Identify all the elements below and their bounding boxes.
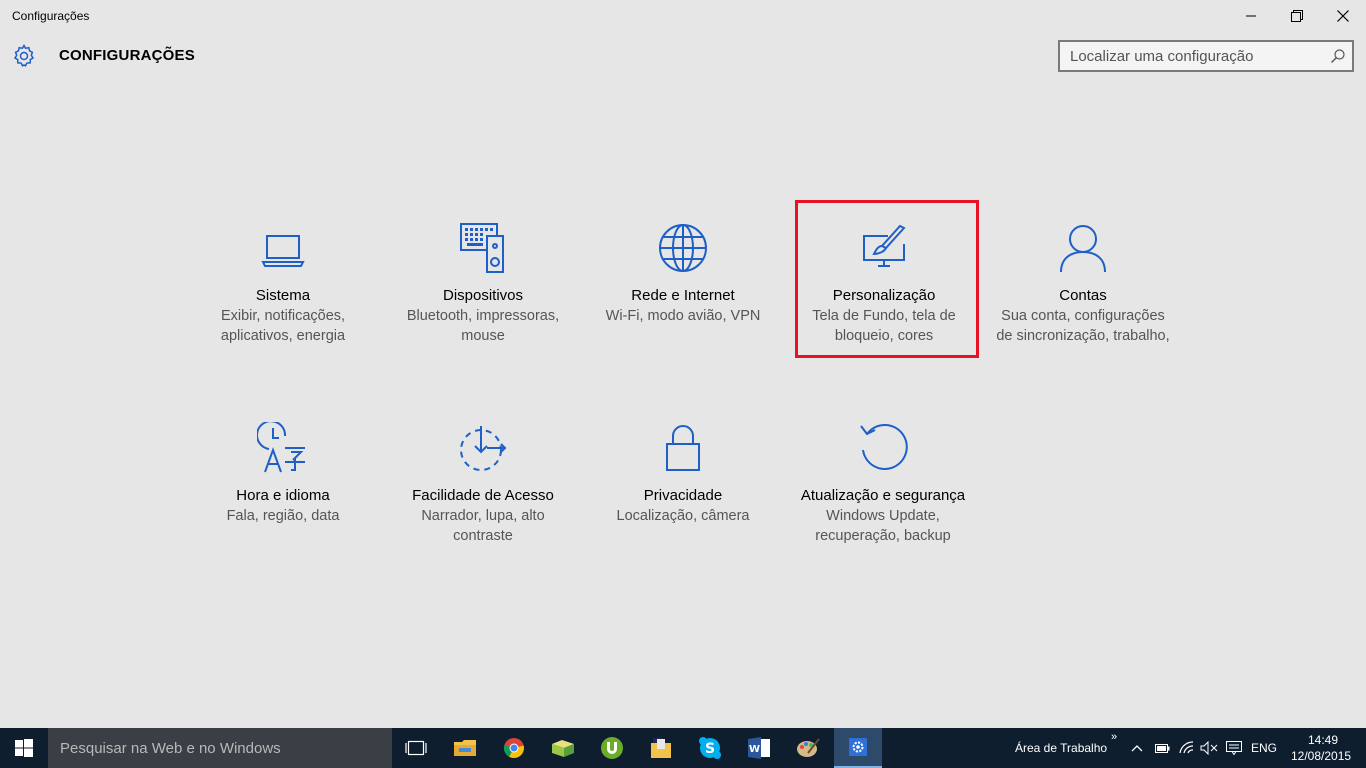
close-icon — [1337, 10, 1349, 22]
windows-logo-icon — [15, 739, 33, 757]
close-button[interactable] — [1320, 0, 1366, 32]
tile-title: Facilidade de Acesso — [412, 487, 554, 504]
taskbar: S W Área de Trabalho » — [0, 728, 1366, 768]
battery-icon — [1155, 744, 1170, 753]
word-icon: W — [748, 737, 770, 759]
taskbar-utorrent[interactable] — [588, 728, 636, 768]
taskbar-skype[interactable]: S — [686, 728, 734, 768]
search-input[interactable] — [1060, 42, 1320, 70]
tile-desc: Narrador, lupa, alto contraste — [421, 508, 545, 544]
tile-sistema[interactable]: Sistema Exibir, notificações, aplicativo… — [193, 222, 373, 346]
skype-icon: S — [699, 737, 721, 759]
utorrent-icon — [601, 737, 623, 759]
input-language[interactable]: ENG — [1251, 741, 1277, 755]
svg-text:W: W — [749, 744, 760, 755]
paint-palette-icon — [797, 738, 820, 757]
tile-title: Atualização e segurança — [800, 487, 966, 504]
devices-icon — [460, 223, 504, 273]
page-title: CONFIGURAÇÕES — [59, 47, 195, 64]
tile-facilidade-acesso[interactable]: Facilidade de Acesso Narrador, lupa, alt… — [393, 422, 573, 546]
taskbar-paint[interactable] — [784, 728, 832, 768]
map-folder-icon — [552, 740, 574, 757]
tile-privacidade[interactable]: Privacidade Localização, câmera — [593, 422, 773, 526]
tile-rede-internet[interactable]: Rede e Internet Wi-Fi, modo avião, VPN — [593, 222, 773, 326]
task-view-button[interactable] — [392, 728, 440, 768]
clock-time[interactable]: 14:49 — [1308, 733, 1338, 747]
taskbar-search[interactable] — [48, 728, 392, 768]
tile-desc: Bluetooth, impressoras, mouse — [406, 308, 560, 344]
svg-text:S: S — [705, 741, 715, 757]
folder-icon — [454, 740, 476, 756]
taskbar-file-explorer[interactable] — [441, 728, 489, 768]
wifi-icon — [1179, 741, 1194, 754]
tile-desc: Windows Update, recuperação, backup — [815, 508, 951, 544]
tile-dispositivos[interactable]: Dispositivos Bluetooth, impressoras, mou… — [393, 222, 573, 346]
search-icon[interactable] — [1330, 48, 1346, 64]
folder-document-icon — [651, 738, 671, 758]
tile-desc: Sua conta, configurações de sincronizaçã… — [996, 308, 1170, 344]
taskbar-search-input[interactable] — [48, 728, 392, 768]
toolbar-expand-icon[interactable]: » — [1111, 731, 1117, 743]
tile-desc: Exibir, notificações, aplicativos, energ… — [220, 308, 346, 344]
tile-contas[interactable]: Contas Sua conta, configurações de sincr… — [993, 222, 1173, 346]
chrome-icon — [503, 738, 524, 758]
taskbar-settings[interactable] — [834, 728, 882, 768]
show-hidden-icons[interactable] — [1128, 738, 1146, 758]
tile-title: Privacidade — [643, 487, 723, 504]
tile-desc: Wi-Fi, modo avião, VPN — [605, 308, 761, 324]
tile-hora-idioma[interactable]: Hora e idioma Fala, região, data — [193, 422, 373, 526]
volume-tray[interactable] — [1200, 738, 1218, 758]
taskbar-folder-app[interactable] — [637, 728, 685, 768]
action-center-tray[interactable] — [1225, 738, 1243, 758]
laptop-icon — [261, 235, 305, 267]
chevron-up-icon — [1131, 745, 1143, 752]
person-icon — [1060, 225, 1106, 273]
tile-title: Contas — [1059, 287, 1107, 304]
tile-title: Sistema — [255, 287, 311, 304]
tile-atualizacao-seguranca[interactable]: Atualização e segurança Windows Update, … — [793, 422, 973, 546]
settings-gear-icon — [849, 738, 867, 756]
battery-tray[interactable] — [1153, 738, 1171, 758]
time-language-icon — [257, 422, 305, 473]
settings-search[interactable] — [1058, 40, 1354, 72]
taskbar-word[interactable]: W — [735, 728, 783, 768]
taskbar-app-maps[interactable] — [539, 728, 587, 768]
volume-mute-icon — [1200, 741, 1218, 755]
lock-icon — [666, 425, 700, 471]
tile-title: Dispositivos — [442, 287, 524, 304]
tile-desc: Localização, câmera — [616, 508, 750, 524]
update-icon — [860, 424, 908, 470]
ease-of-access-icon — [460, 426, 507, 471]
minimize-button[interactable] — [1228, 0, 1274, 32]
minimize-icon — [1246, 15, 1256, 17]
start-button[interactable] — [0, 728, 48, 768]
notification-icon — [1226, 741, 1242, 755]
window-title: Configurações — [12, 9, 90, 23]
tile-title: Rede e Internet — [631, 287, 735, 304]
task-view-icon — [405, 740, 427, 756]
gear-icon — [13, 44, 35, 67]
desktop-toolbar-label[interactable]: Área de Trabalho — [1015, 741, 1107, 755]
highlight-box — [795, 200, 979, 358]
taskbar-chrome[interactable] — [490, 728, 538, 768]
clock-date[interactable]: 12/08/2015 — [1291, 749, 1351, 763]
tile-title: Hora e idioma — [236, 487, 330, 504]
network-tray[interactable] — [1178, 738, 1196, 758]
restore-button[interactable] — [1274, 0, 1320, 32]
tile-desc: Fala, região, data — [226, 508, 340, 524]
title-bar: Configurações — [0, 0, 1366, 32]
restore-icon — [1291, 10, 1303, 22]
globe-icon — [659, 224, 707, 272]
